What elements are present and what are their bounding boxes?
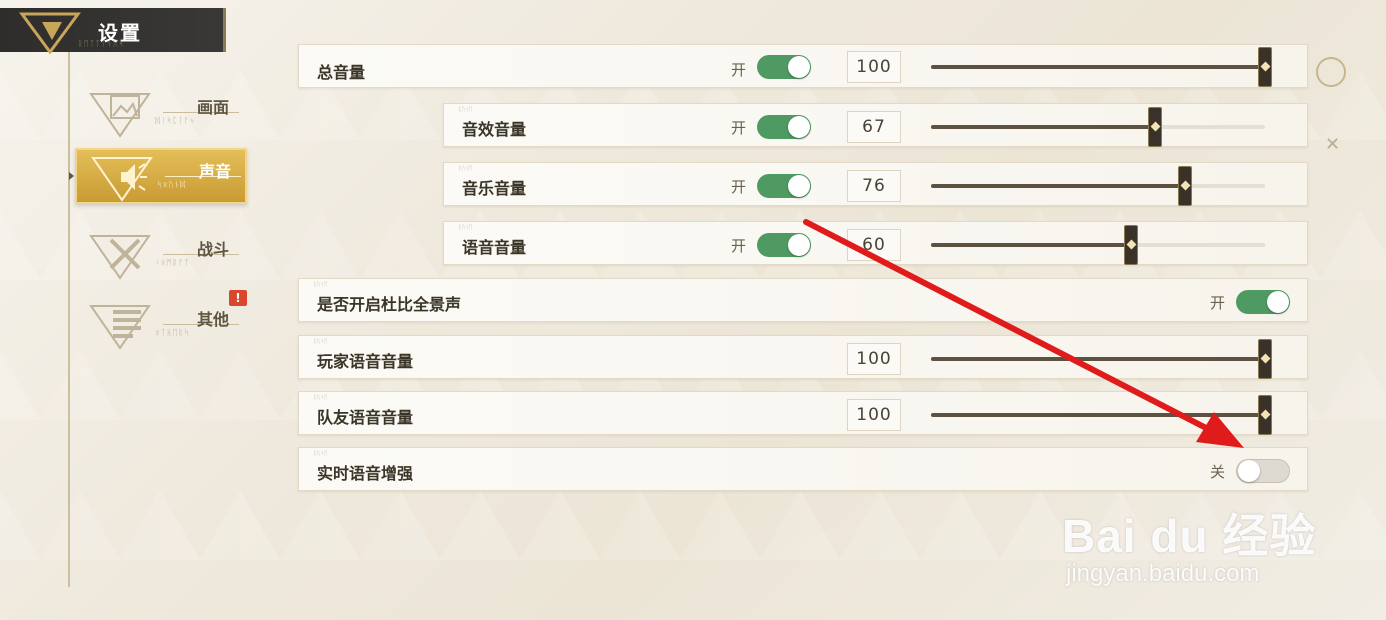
setting-row-voice-volume: ᚱᚢᚾᛖ 语音音量 开 60 xyxy=(443,221,1308,265)
nav-item-combat[interactable]: 战斗 ᚲᛟᛗᛒᚨᛏ xyxy=(75,228,247,284)
setting-label: 实时语音增强 xyxy=(317,464,414,483)
toggle-state-text: 开 xyxy=(731,119,747,137)
music-volume-slider[interactable] xyxy=(931,166,1265,206)
setting-row-master-volume: 总音量 开 100 xyxy=(298,44,1308,88)
toggle-state-text: 开 xyxy=(731,237,747,255)
sfx-volume-slider[interactable] xyxy=(931,107,1265,147)
toggle-state-text: 开 xyxy=(1210,294,1226,312)
settings-header: 设置 ᚱᛖᛏᛏᛁᚾᚷᛋ xyxy=(0,8,226,54)
toggle-knob xyxy=(788,234,810,256)
slider-handle[interactable] xyxy=(1177,166,1192,206)
baidu-watermark-logo: Bai du 经验 xyxy=(1062,510,1317,562)
setting-label: 队友语音音量 xyxy=(317,408,414,427)
setting-row-music-volume: ᚱᚢᚾᛖ 音乐音量 开 76 xyxy=(443,162,1308,206)
sfx-volume-toggle[interactable] xyxy=(757,115,811,139)
toggle-state-text: 开 xyxy=(731,61,747,79)
toggle-knob xyxy=(1267,291,1289,313)
dolby-toggle[interactable] xyxy=(1236,290,1290,314)
speaker-icon xyxy=(91,157,153,202)
nav-sub-decor: ᛋᛟᚢᚾᛞ xyxy=(157,180,186,189)
toggle-state-text: 开 xyxy=(731,178,747,196)
page-subtitle-decor: ᚱᛖᛏᛏᛁᚾᚷᛋ xyxy=(78,39,125,48)
slider-fill xyxy=(931,65,1265,69)
team-voice-slider[interactable] xyxy=(931,395,1272,435)
setting-row-player-voice: ᚱᚢᚾᛖ 玩家语音音量 100 xyxy=(298,335,1308,379)
nav-label-combat: 战斗 xyxy=(197,240,230,259)
player-voice-value[interactable]: 100 xyxy=(847,343,901,375)
nav-item-display[interactable]: 画面 ᛞᛁᛋᛈᛚᚨᛃ xyxy=(75,86,247,142)
master-volume-slider[interactable] xyxy=(931,47,1272,87)
setting-label: 音效音量 xyxy=(462,120,527,139)
nav-label-sound: 声音 xyxy=(199,162,232,181)
slider-fill xyxy=(931,413,1265,417)
player-voice-slider[interactable] xyxy=(931,339,1272,379)
slider-handle[interactable] xyxy=(1258,339,1272,379)
active-marker-icon xyxy=(69,172,74,180)
row-tag-decor: ᚱᚢᚾᛖ xyxy=(313,450,328,457)
toggle-state-text: 关 xyxy=(1210,463,1226,481)
toggle-knob xyxy=(1238,460,1260,482)
nav-label-other: 其他 xyxy=(197,310,230,329)
slider-fill xyxy=(931,184,1185,188)
settings-emblem-icon xyxy=(19,12,81,54)
row-tag-decor: ᚱᚢᚾᛖ xyxy=(458,106,473,113)
slider-handle[interactable] xyxy=(1124,225,1139,265)
slider-handle[interactable] xyxy=(1258,47,1272,87)
slider-handle[interactable] xyxy=(1258,395,1272,435)
row-tag-decor: ᚱᚢᚾᛖ xyxy=(458,224,473,231)
voice-volume-toggle[interactable] xyxy=(757,233,811,257)
master-volume-value[interactable]: 100 xyxy=(847,51,901,83)
nav-item-other[interactable]: 其他 ᛟᛏᚺᛖᚱᛋ ! xyxy=(75,290,247,354)
setting-label: 总音量 xyxy=(317,63,366,82)
voice-volume-value[interactable]: 60 xyxy=(847,229,901,261)
setting-label: 是否开启杜比全景声 xyxy=(317,295,462,314)
voice-enhance-toggle[interactable] xyxy=(1236,459,1290,483)
baidu-watermark-url: jingyan.baidu.com xyxy=(1066,560,1260,587)
notification-badge: ! xyxy=(229,290,247,306)
setting-label: 音乐音量 xyxy=(462,179,527,198)
nav-sub-decor: ᚲᛟᛗᛒᚨᛏ xyxy=(155,258,190,267)
crossed-swords-icon xyxy=(89,235,151,280)
nav-sub-decor: ᛞᛁᛋᛈᛚᚨᛃ xyxy=(155,116,196,125)
setting-row-team-voice: ᚱᚢᚾᛖ 队友语音音量 100 xyxy=(298,391,1308,435)
row-tag-decor: ᚱᚢᚾᛖ xyxy=(458,165,473,172)
row-tag-decor: ᚱᚢᚾᛖ xyxy=(313,338,328,345)
nav-divider-line xyxy=(68,52,70,587)
slider-handle[interactable] xyxy=(1147,107,1162,147)
setting-label: 玩家语音音量 xyxy=(317,352,414,371)
nav-label-display: 画面 xyxy=(197,98,230,117)
slider-fill xyxy=(931,243,1132,247)
nav-item-sound[interactable]: 声音 ᛋᛟᚢᚾᛞ xyxy=(69,148,247,204)
music-volume-toggle[interactable] xyxy=(757,174,811,198)
master-volume-toggle[interactable] xyxy=(757,55,811,79)
toggle-knob xyxy=(788,116,810,138)
setting-row-voice-enhance: ᚱᚢᚾᛖ 实时语音增强 关 xyxy=(298,447,1308,491)
row-tag-decor: ᚱᚢᚾᛖ xyxy=(313,281,328,288)
setting-row-dolby: ᚱᚢᚾᛖ 是否开启杜比全景声 开 xyxy=(298,278,1308,322)
list-icon xyxy=(89,305,151,350)
slider-fill xyxy=(931,357,1265,361)
voice-volume-slider[interactable] xyxy=(931,225,1265,265)
slider-fill xyxy=(931,125,1155,129)
cross-decor-icon: ✕ xyxy=(1325,134,1341,155)
picture-icon xyxy=(89,93,151,138)
row-tag-decor: ᚱᚢᚾᛖ xyxy=(313,394,328,401)
setting-row-sfx-volume: ᚱᚢᚾᛖ 音效音量 开 67 xyxy=(443,103,1308,147)
toggle-knob xyxy=(788,175,810,197)
team-voice-value[interactable]: 100 xyxy=(847,399,901,431)
ring-decor-icon xyxy=(1316,57,1346,87)
music-volume-value[interactable]: 76 xyxy=(847,170,901,202)
sfx-volume-value[interactable]: 67 xyxy=(847,111,901,143)
nav-sub-decor: ᛟᛏᚺᛖᚱᛋ xyxy=(155,328,190,337)
setting-label: 语音音量 xyxy=(462,238,527,257)
toggle-knob xyxy=(788,56,810,78)
